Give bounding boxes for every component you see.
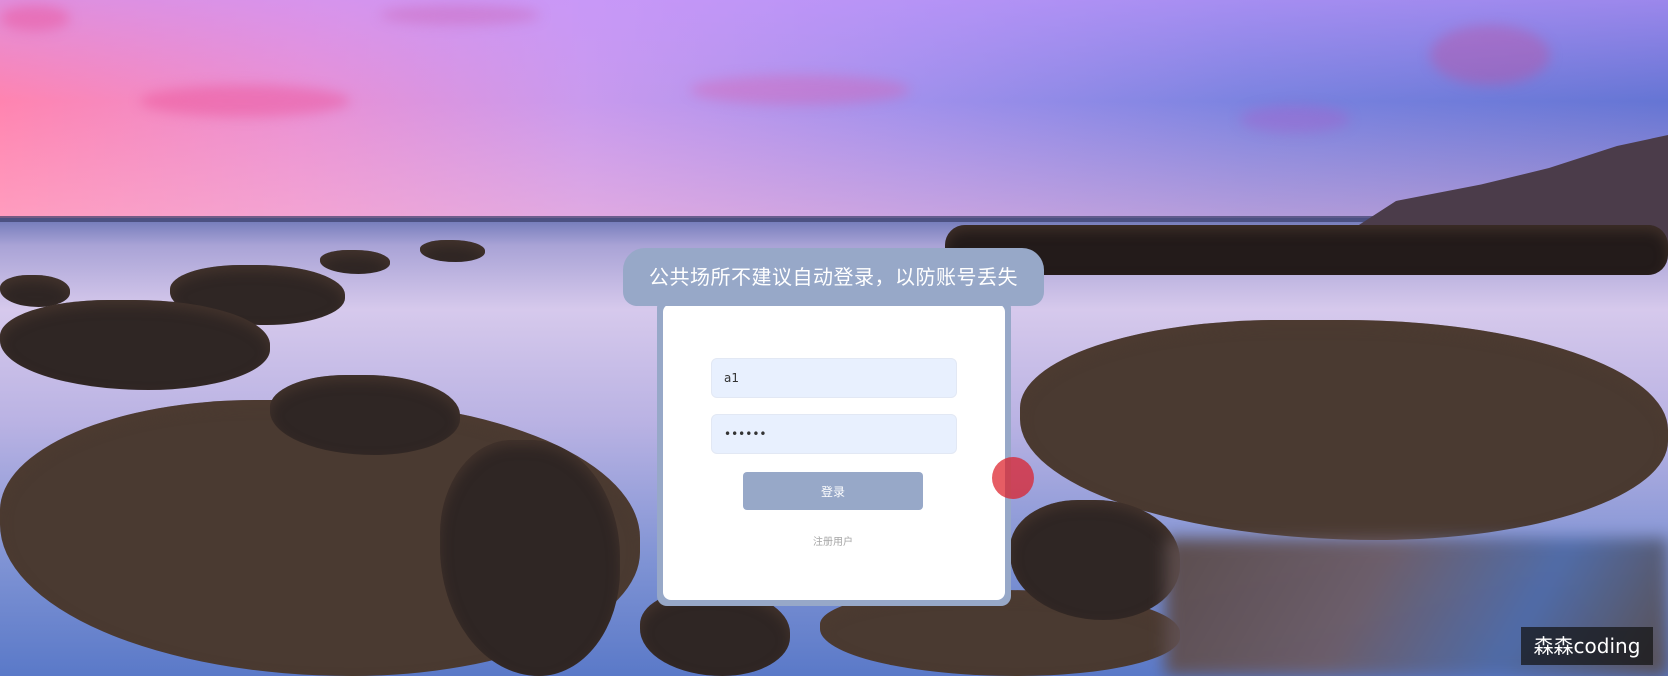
cloud [690, 75, 910, 105]
cursor-highlight [992, 457, 1034, 499]
username-input[interactable] [711, 358, 957, 398]
notice-banner: 公共场所不建议自动登录，以防账号丢失 [623, 248, 1044, 306]
login-button[interactable]: 登录 [743, 472, 923, 510]
rock [945, 225, 1668, 275]
register-link[interactable]: 注册用户 [780, 533, 886, 548]
cloud [0, 5, 70, 31]
cloud [140, 85, 350, 117]
cloud [1240, 105, 1350, 133]
watermark: 森森coding [1521, 627, 1653, 665]
password-input[interactable] [711, 414, 957, 454]
cloud [1430, 25, 1550, 85]
login-page: 公共场所不建议自动登录，以防账号丢失 登录 注册用户 森森coding [0, 0, 1668, 676]
cloud [380, 5, 540, 25]
